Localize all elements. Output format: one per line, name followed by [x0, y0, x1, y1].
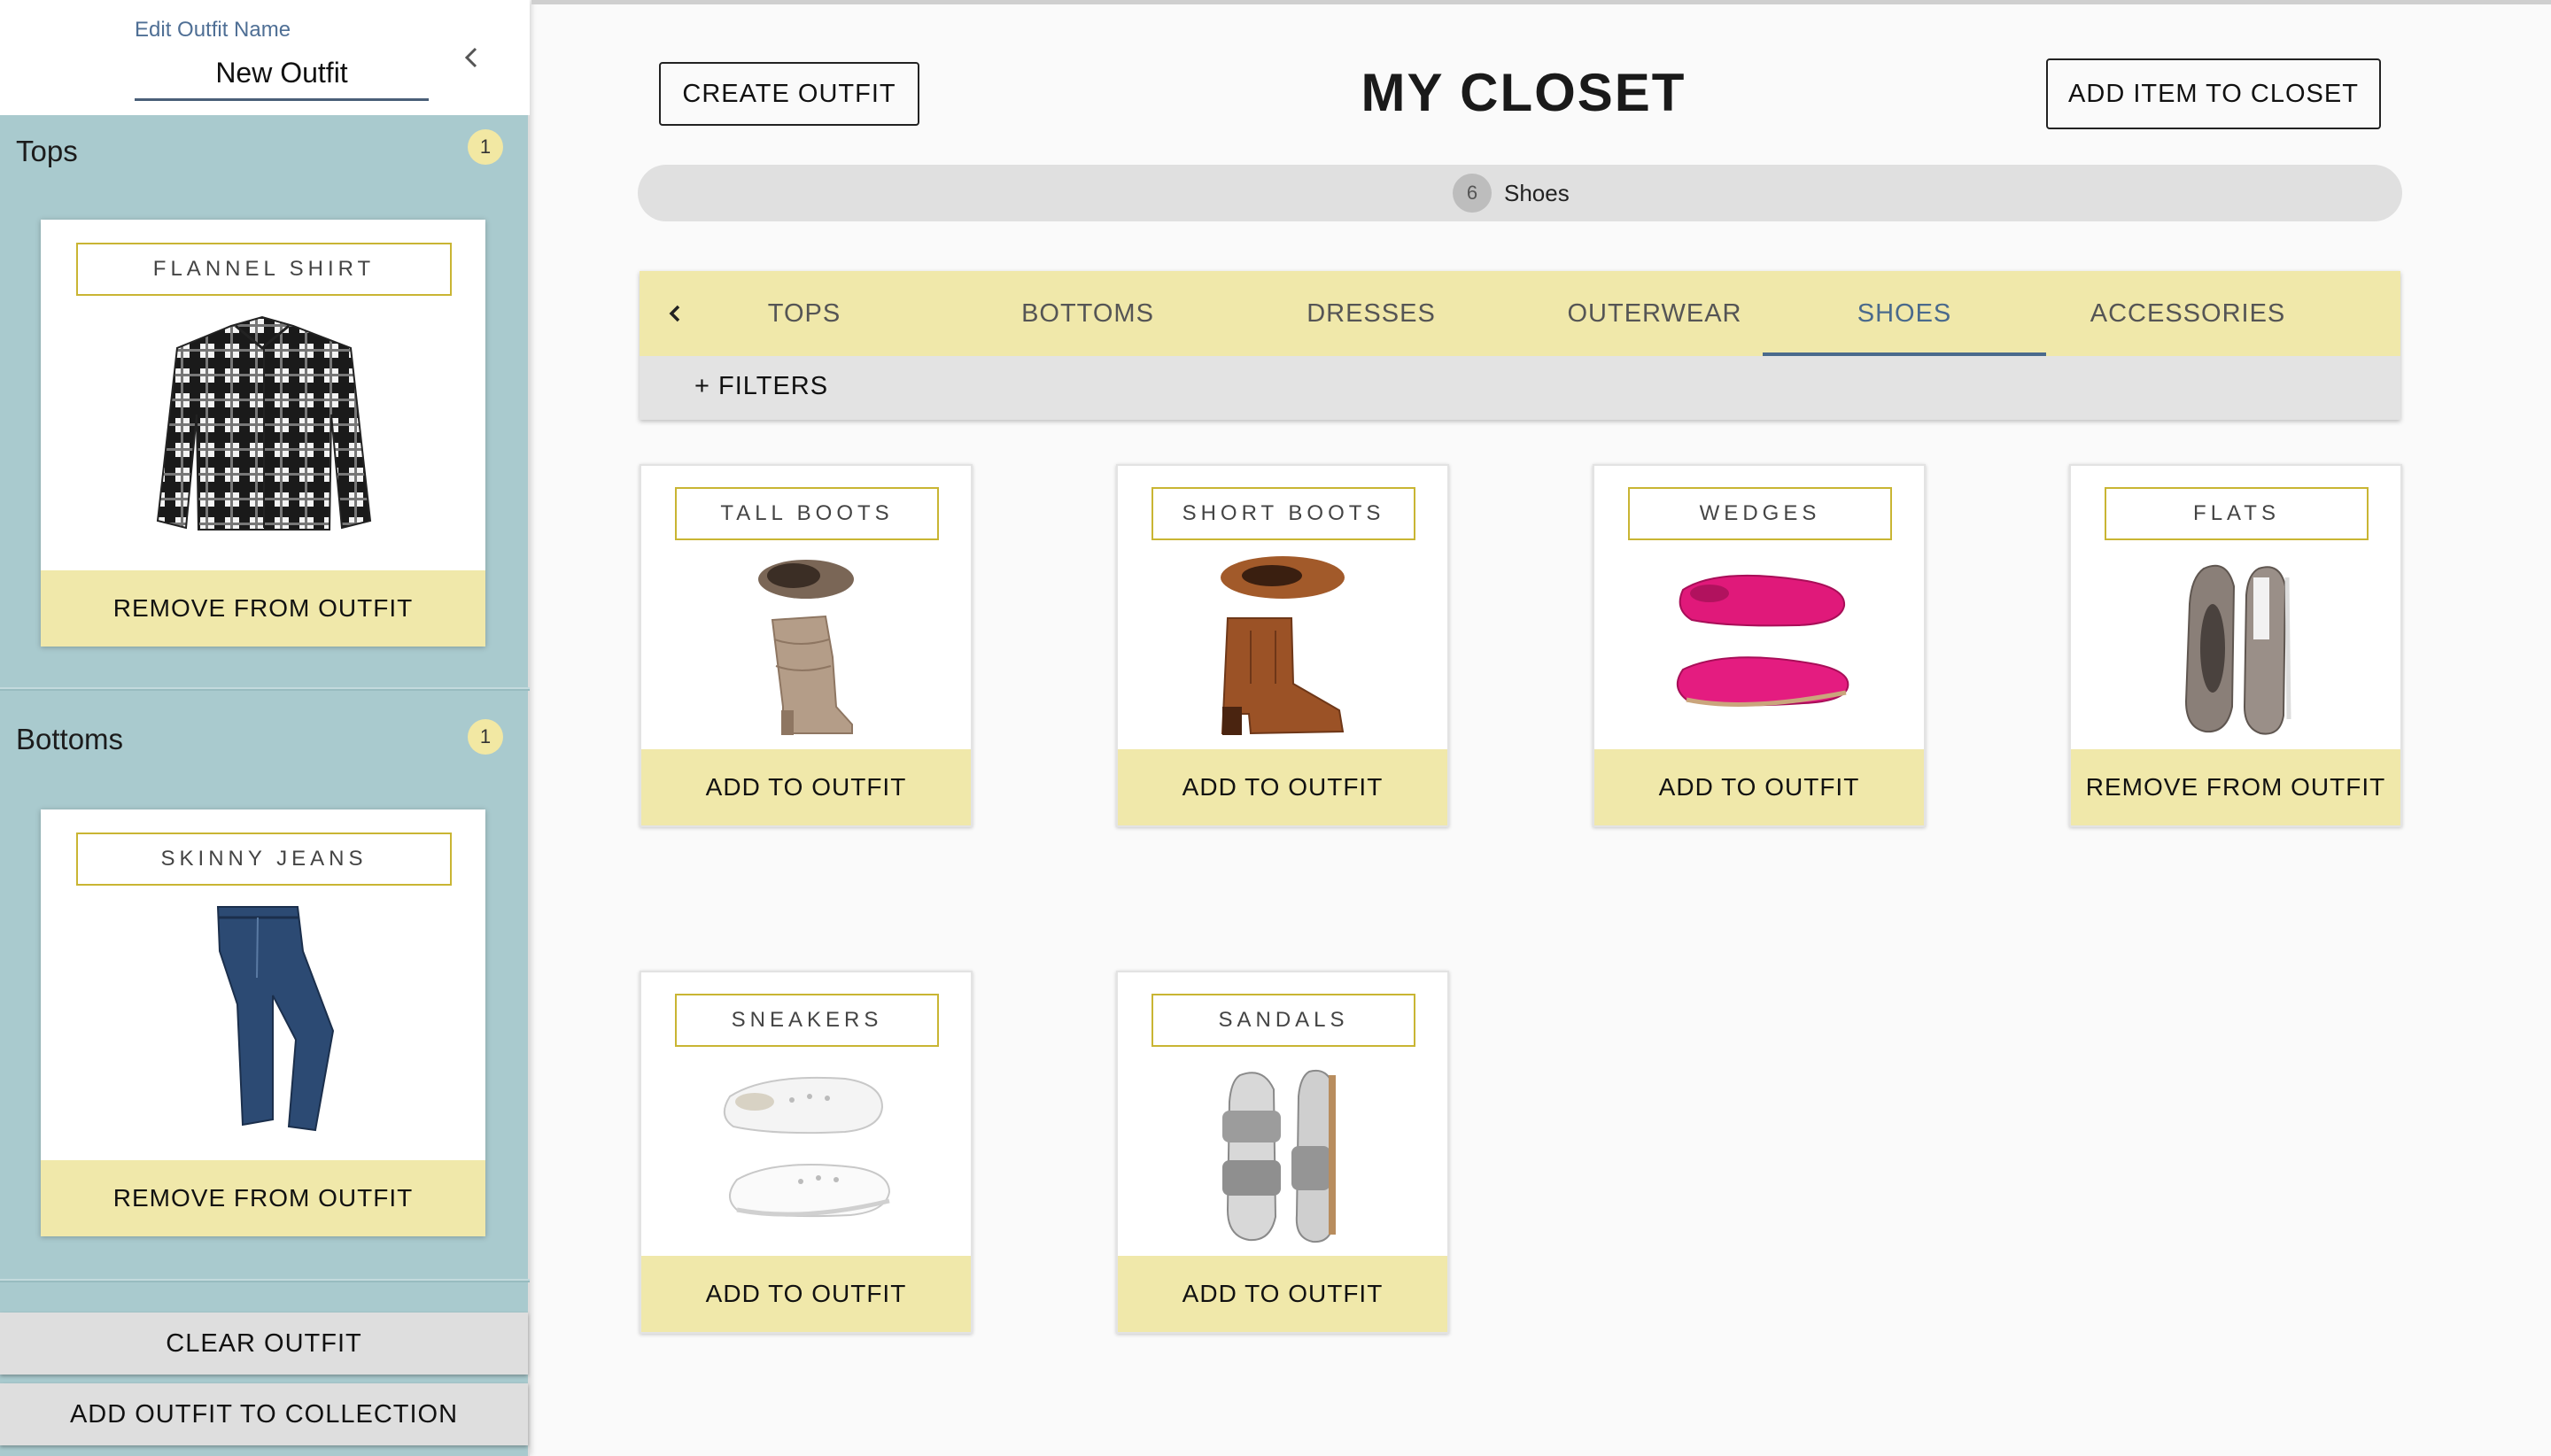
tab-dresses[interactable]: DRESSES	[1229, 271, 1513, 356]
item-label: SKINNY JEANS	[76, 833, 452, 886]
add-to-outfit-button[interactable]: ADD TO OUTFIT	[641, 749, 971, 825]
outfit-sidebar: Edit Outfit Name Tops 1 FLANNEL SHIRT	[0, 0, 530, 1456]
top-divider	[531, 0, 2551, 4]
category-tabs-panel: TOPS BOTTOMS DRESSES OUTERWEAR SHOES ACC…	[640, 271, 2400, 420]
chip-label: Shoes	[1504, 179, 1570, 206]
filters-row: + FILTERS	[640, 356, 2400, 420]
closet-item-card: FLATS REMOVE FROM OUTFIT	[2069, 464, 2402, 827]
tab-shoes[interactable]: SHOES	[1763, 271, 2046, 356]
section-title-tops: Tops	[16, 135, 78, 167]
tab-outerwear[interactable]: OUTERWEAR	[1513, 271, 1796, 356]
section-divider	[0, 687, 530, 691]
outfit-item-card: SKINNY JEANS REMOVE FROM OUTFIT	[41, 809, 485, 1236]
sandals-image	[1222, 1070, 1336, 1243]
outfit-name-label: Edit Outfit Name	[135, 18, 291, 42]
filters-toggle[interactable]: + FILTERS	[694, 372, 828, 401]
remove-from-outfit-button[interactable]: REMOVE FROM OUTFIT	[41, 570, 485, 647]
item-label: SNEAKERS	[675, 994, 939, 1047]
add-to-outfit-button[interactable]: ADD TO OUTFIT	[1118, 1256, 1447, 1332]
tops-count-badge: 1	[468, 129, 503, 165]
tab-tops[interactable]: TOPS	[663, 271, 946, 356]
remove-from-outfit-button[interactable]: REMOVE FROM OUTFIT	[2071, 749, 2400, 825]
chip-count: 6	[1453, 174, 1492, 213]
closet-item-card: WEDGES ADD TO OUTFIT	[1593, 464, 1926, 827]
sneakers-image	[724, 1076, 891, 1218]
item-label: TALL BOOTS	[675, 487, 939, 540]
chevron-left-icon	[464, 47, 477, 68]
shoes-filter-chip[interactable]: 6 Shoes	[1453, 174, 1570, 213]
outfit-name-input[interactable]	[135, 48, 429, 101]
add-to-outfit-button[interactable]: ADD TO OUTFIT	[1118, 749, 1447, 825]
tab-bottoms[interactable]: BOTTOMS	[946, 271, 1229, 356]
remove-from-outfit-button[interactable]: REMOVE FROM OUTFIT	[41, 1160, 485, 1236]
bottoms-count-badge: 1	[468, 719, 503, 755]
item-label: SANDALS	[1151, 994, 1415, 1047]
wedges-image	[1677, 574, 1849, 707]
add-to-outfit-button[interactable]: ADD TO OUTFIT	[1594, 749, 1924, 825]
category-tabs: TOPS BOTTOMS DRESSES OUTERWEAR SHOES ACC…	[640, 271, 2400, 356]
outfit-item-card: FLANNEL SHIRT REMOVE FROM OUTFIT	[41, 220, 485, 647]
clear-outfit-button[interactable]: CLEAR OUTFIT	[0, 1313, 528, 1375]
short-boots-image	[1221, 556, 1345, 735]
skinny-jeans-image	[216, 906, 335, 1132]
closet-item-card: TALL BOOTS ADD TO OUTFIT	[640, 464, 973, 827]
closet-item-card: SANDALS ADD TO OUTFIT	[1116, 971, 1449, 1334]
section-divider	[0, 1279, 530, 1282]
add-item-to-closet-button[interactable]: ADD ITEM TO CLOSET	[2046, 58, 2381, 129]
item-label: WEDGES	[1628, 487, 1892, 540]
add-outfit-to-collection-button[interactable]: ADD OUTFIT TO COLLECTION	[0, 1383, 528, 1445]
item-label: SHORT BOOTS	[1151, 487, 1415, 540]
tall-boots-image	[758, 560, 854, 735]
closet-item-card: SNEAKERS ADD TO OUTFIT	[640, 971, 973, 1334]
active-filter-bar: 6 Shoes	[638, 165, 2402, 221]
outfit-name-header: Edit Outfit Name	[0, 0, 530, 115]
add-to-outfit-button[interactable]: ADD TO OUTFIT	[641, 1256, 971, 1332]
section-title-bottoms: Bottoms	[16, 723, 124, 755]
flannel-shirt-image	[156, 315, 372, 531]
create-outfit-button[interactable]: CREATE OUTFIT	[659, 62, 919, 126]
collapse-sidebar-button[interactable]	[454, 35, 489, 80]
item-label: FLANNEL SHIRT	[76, 243, 452, 296]
page-title: MY CLOSET	[1361, 63, 1686, 122]
closet-item-card: SHORT BOOTS ADD TO OUTFIT	[1116, 464, 1449, 827]
item-label: FLATS	[2105, 487, 2369, 540]
flats-image	[2184, 564, 2291, 735]
tab-accessories[interactable]: ACCESSORIES	[2046, 271, 2330, 356]
